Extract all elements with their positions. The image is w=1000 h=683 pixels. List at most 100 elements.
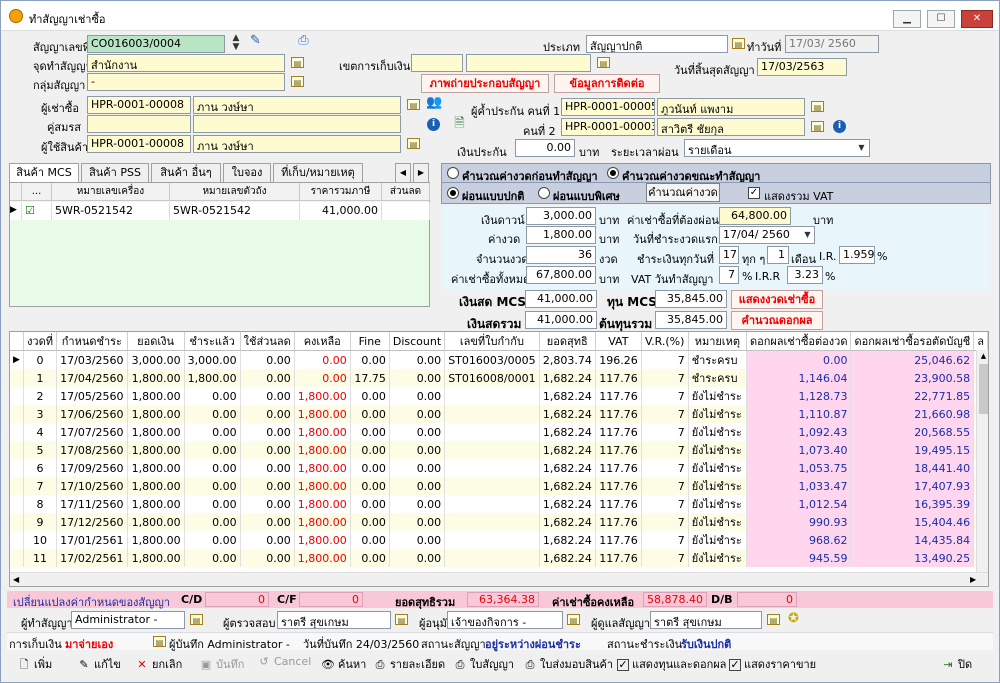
db-field[interactable]: 0 bbox=[737, 592, 797, 607]
fine-cell[interactable]: 0.00 bbox=[350, 350, 390, 369]
paid-cell[interactable]: 0.00 bbox=[184, 441, 241, 459]
remaining-cell[interactable]: 1,800.00 bbox=[294, 387, 351, 405]
net-cell[interactable]: 1,682.24 bbox=[539, 387, 596, 405]
note-cell[interactable]: ยังไม่ชำระ bbox=[688, 423, 747, 441]
used-discount-cell[interactable]: 0.00 bbox=[240, 405, 295, 423]
vat-cell[interactable]: 117.76 bbox=[595, 369, 642, 387]
fine-cell[interactable]: 0.00 bbox=[350, 459, 390, 477]
cf-field[interactable]: 0 bbox=[299, 592, 363, 607]
remaining-cell[interactable]: 0.00 bbox=[294, 369, 351, 387]
used-discount-cell[interactable]: 0.00 bbox=[240, 369, 295, 387]
discount-cell[interactable]: 0.00 bbox=[389, 531, 446, 549]
special-pay-radio[interactable] bbox=[538, 187, 550, 199]
maker-picker-icon[interactable]: ▤ bbox=[190, 614, 203, 625]
schedule-row[interactable]: 2 17/05/2560 1,800.00 0.00 0.00 1,800.00 0.00 0… bbox=[10, 387, 988, 405]
contract-no-field[interactable]: CO016003/0004 bbox=[87, 35, 225, 53]
net-cell[interactable]: 1,682.24 bbox=[539, 459, 596, 477]
amount-cell[interactable]: 1,800.00 bbox=[127, 369, 185, 387]
fine-cell[interactable]: 0.00 bbox=[350, 477, 390, 495]
pen-edit-icon[interactable]: ✎ bbox=[249, 34, 262, 47]
tab-notes[interactable]: ที่เก็บ/หมายเหตุ bbox=[273, 163, 363, 182]
invoice-no-cell[interactable] bbox=[444, 495, 540, 513]
first-due-dropdown-icon[interactable]: ▼ bbox=[801, 229, 814, 241]
discount-cell[interactable] bbox=[382, 202, 430, 220]
period-cell[interactable]: 2 bbox=[23, 387, 58, 405]
schedule-row[interactable]: 10 17/01/2561 1,800.00 0.00 0.00 1,800.00 0.00… bbox=[10, 531, 988, 549]
paid-cell[interactable]: 0.00 bbox=[184, 513, 241, 531]
maximize-button[interactable]: ☐ bbox=[927, 10, 955, 28]
remaining-cell[interactable]: 1,800.00 bbox=[294, 459, 351, 477]
net-cell[interactable]: 1,682.24 bbox=[539, 477, 596, 495]
period-cell[interactable]: 7 bbox=[23, 477, 58, 495]
people-icon[interactable]: 👥 bbox=[426, 96, 442, 109]
normal-pay-radio[interactable] bbox=[447, 187, 459, 199]
paid-cell[interactable]: 0.00 bbox=[184, 459, 241, 477]
used-discount-cell[interactable]: 0.00 bbox=[240, 441, 295, 459]
net-cell[interactable]: 1,682.24 bbox=[539, 549, 596, 567]
invoice-no-cell[interactable] bbox=[444, 423, 540, 441]
invoice-no-cell[interactable] bbox=[444, 477, 540, 495]
used-discount-cell[interactable]: 0.00 bbox=[240, 513, 295, 531]
due-date-cell[interactable]: 17/05/2560 bbox=[56, 387, 128, 405]
fine-cell[interactable]: 0.00 bbox=[350, 405, 390, 423]
paid-cell[interactable]: 0.00 bbox=[184, 531, 241, 549]
interest-per-period-cell[interactable]: 1,092.43 bbox=[746, 423, 852, 441]
contract-photo-button[interactable]: ภาพถ่ายประกอบสัญญา bbox=[421, 74, 549, 93]
paid-cell[interactable]: 0.00 bbox=[184, 495, 241, 513]
used-discount-cell[interactable]: 0.00 bbox=[240, 423, 295, 441]
guar1-name-field[interactable]: ภูวนันท์ แพงาม bbox=[657, 98, 805, 116]
maker-field[interactable]: Administrator - bbox=[71, 611, 185, 629]
invoice-no-cell[interactable] bbox=[444, 387, 540, 405]
net-cell[interactable]: 1,682.24 bbox=[539, 441, 596, 459]
period-cell[interactable]: 1 bbox=[23, 369, 58, 387]
remaining-cell[interactable]: 1,800.00 bbox=[294, 513, 351, 531]
invoice-no-cell[interactable] bbox=[444, 549, 540, 567]
note-cell[interactable]: ยังไม่ชำระ bbox=[688, 549, 747, 567]
buyer-code-field[interactable]: HPR-0001-00008 bbox=[87, 96, 191, 114]
cash-total-field[interactable]: 41,000.00 bbox=[525, 311, 597, 329]
type-picker-icon[interactable]: ▤ bbox=[732, 38, 745, 49]
used-discount-cell[interactable]: 0.00 bbox=[240, 495, 295, 513]
remaining-cell[interactable]: 1,800.00 bbox=[294, 441, 351, 459]
interest-deferred-cell[interactable]: 15,404.46 bbox=[850, 513, 975, 531]
discount-cell[interactable]: 0.00 bbox=[389, 423, 446, 441]
interest-per-period-cell[interactable]: 1,033.47 bbox=[746, 477, 852, 495]
tab-scroll-left-icon[interactable]: ◀ bbox=[395, 163, 411, 182]
user-name-field[interactable]: ภาน วงษ์ษา bbox=[193, 135, 401, 153]
amount-cell[interactable]: 1,800.00 bbox=[127, 531, 185, 549]
checker-field[interactable]: ราตรี สุขเกษม bbox=[277, 611, 391, 629]
every-n-field[interactable]: 1 bbox=[767, 246, 789, 264]
schedule-row[interactable]: 4 17/07/2560 1,800.00 0.00 0.00 1,800.00 0.00 0… bbox=[10, 423, 988, 441]
invoice-no-cell[interactable] bbox=[444, 459, 540, 477]
invoice-no-cell[interactable]: ST016003/0005 bbox=[444, 350, 540, 369]
discount-cell[interactable]: 0.00 bbox=[389, 477, 446, 495]
period-cell[interactable]: 8 bbox=[23, 495, 58, 513]
paid-cell[interactable]: 0.00 bbox=[184, 549, 241, 567]
invoice-no-cell[interactable] bbox=[444, 513, 540, 531]
vr-cell[interactable]: 7 bbox=[641, 369, 689, 387]
guar1-picker-icon[interactable]: ▤ bbox=[811, 101, 824, 112]
end-date-field[interactable]: 17/03/2563 bbox=[757, 58, 847, 76]
fine-cell[interactable]: 0.00 bbox=[350, 495, 390, 513]
guar2-picker-icon[interactable]: ▤ bbox=[811, 121, 824, 132]
remain-field[interactable]: 58,878.40 bbox=[643, 592, 707, 607]
caretaker-picker-icon[interactable]: ▤ bbox=[767, 614, 780, 625]
interest-per-period-cell[interactable]: 990.93 bbox=[746, 513, 852, 531]
installment-field[interactable]: 1,800.00 bbox=[526, 226, 596, 244]
discount-cell[interactable]: 0.00 bbox=[389, 513, 446, 531]
vat-field[interactable]: 7 bbox=[719, 266, 739, 284]
spouse-code-field[interactable] bbox=[87, 115, 191, 133]
irr-field[interactable]: 3.23 bbox=[787, 266, 823, 284]
vat-cell[interactable]: 117.76 bbox=[595, 423, 642, 441]
net-cell[interactable]: 1,682.24 bbox=[539, 531, 596, 549]
cost-total-field[interactable]: 35,845.00 bbox=[655, 311, 727, 329]
vr-cell[interactable]: 7 bbox=[641, 405, 689, 423]
guar1-code-field[interactable]: HPR-0001-00005 bbox=[561, 98, 655, 116]
scroll-left-icon[interactable]: ◀ bbox=[13, 575, 19, 584]
scroll-up-icon[interactable]: ▲ bbox=[978, 352, 988, 362]
contact-info-button[interactable]: ข้อมูลการติดต่อ bbox=[554, 74, 660, 93]
tab-pss[interactable]: สินค้า PSS bbox=[81, 163, 149, 182]
guar2-name-field[interactable]: สาวิตรี ชัยกุล bbox=[657, 118, 805, 136]
due-date-cell[interactable]: 17/03/2560 bbox=[56, 350, 128, 369]
vr-cell[interactable]: 7 bbox=[641, 459, 689, 477]
